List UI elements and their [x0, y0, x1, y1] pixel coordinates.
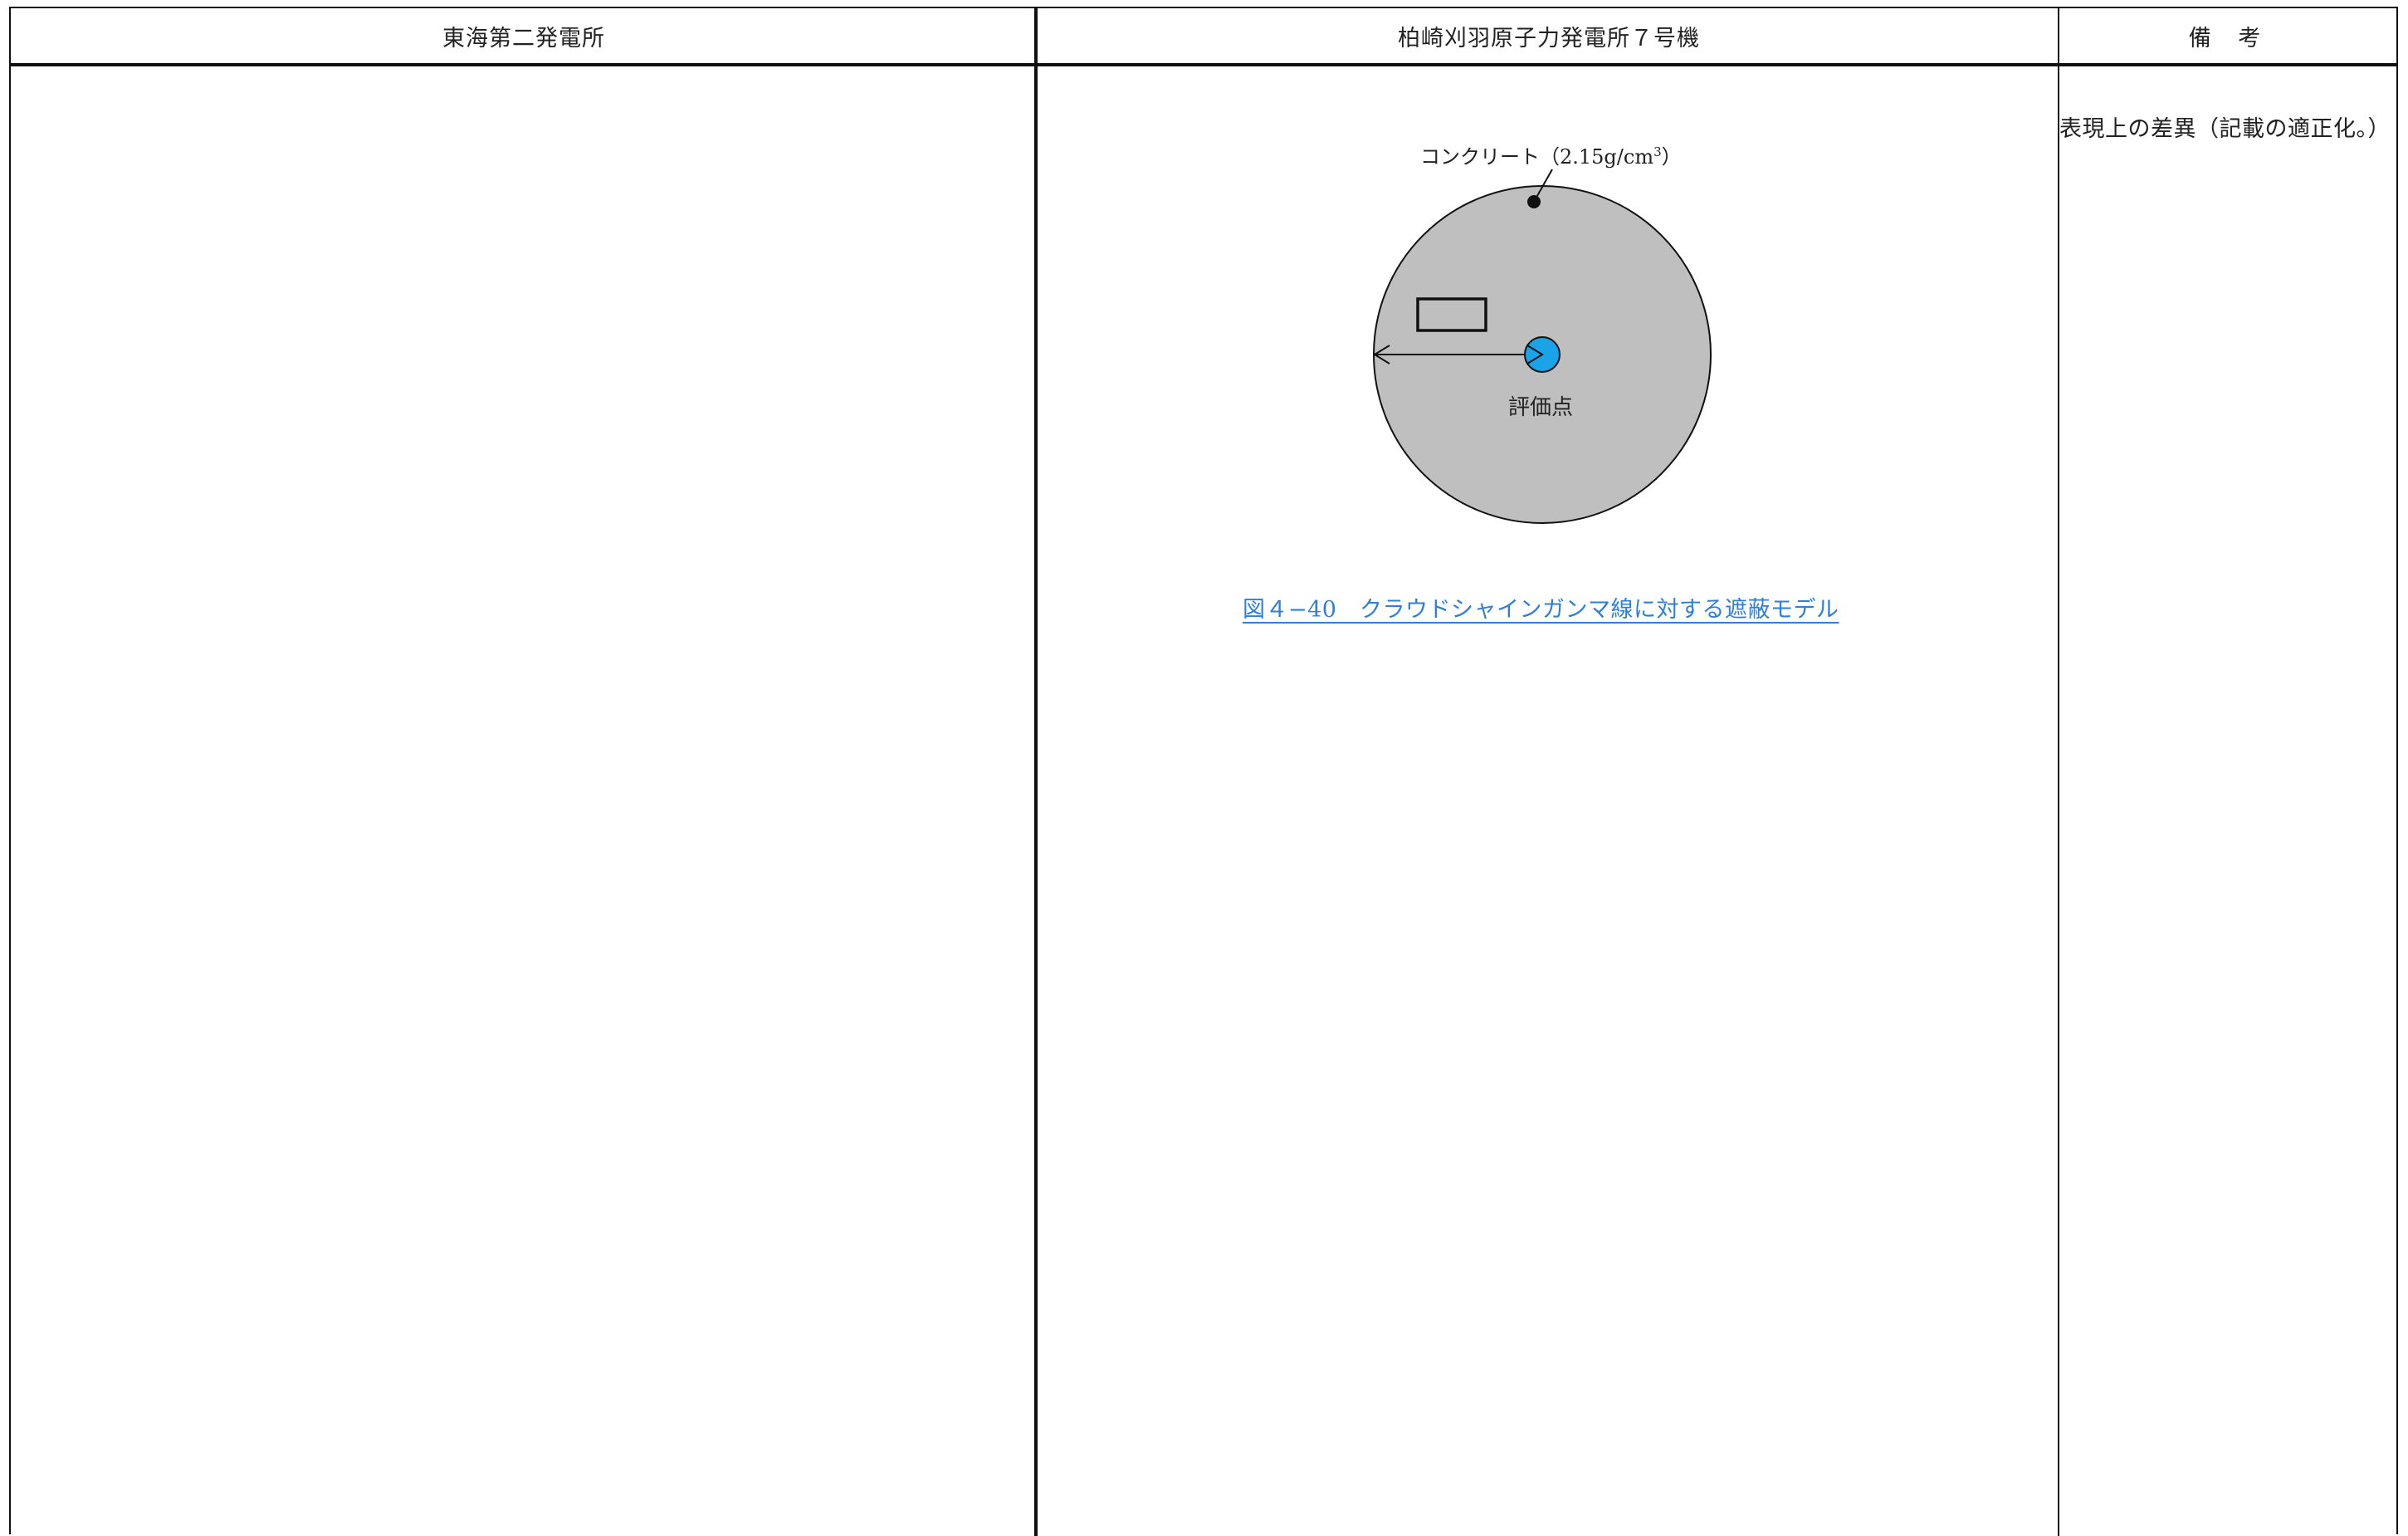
- shielding-model-figure: コンクリート（2.15g/cm3） 評価点: [1361, 133, 1743, 548]
- table-header-row: 東海第二発電所 柏崎刈羽原子力発電所７号機 備 考: [11, 8, 2396, 66]
- header-tokai-daini: 東海第二発電所: [442, 25, 605, 51]
- column-divider-2: [2058, 8, 2059, 1536]
- concrete-label-text: コンクリート（2.15g/cm: [1420, 145, 1654, 169]
- evaluation-point-label: 評価点: [1508, 395, 1574, 420]
- concrete-density-label: コンクリート（2.15g/cm3）: [1420, 140, 1682, 169]
- header-remarks: 備 考: [2188, 25, 2271, 51]
- comparison-table: 東海第二発電所 柏崎刈羽原子力発電所７号機 備 考: [9, 7, 2398, 1536]
- concrete-label-superscript: 3: [1653, 144, 1662, 159]
- header-kashiwazaki-kariwa-unit7: 柏崎刈羽原子力発電所７号機: [1398, 25, 1700, 51]
- column-divider-1: [1034, 8, 1038, 1536]
- remark-text: 表現上の差異（記載の適正化。）: [2059, 116, 2391, 142]
- figure-caption-link[interactable]: 図４−40 クラウドシャインガンマ線に対する遮蔽モデル: [1243, 591, 1839, 624]
- shielding-model-diagram: [1373, 169, 1712, 524]
- concrete-label-close: ）: [1661, 145, 1682, 169]
- concrete-leader-dot: [1527, 195, 1541, 208]
